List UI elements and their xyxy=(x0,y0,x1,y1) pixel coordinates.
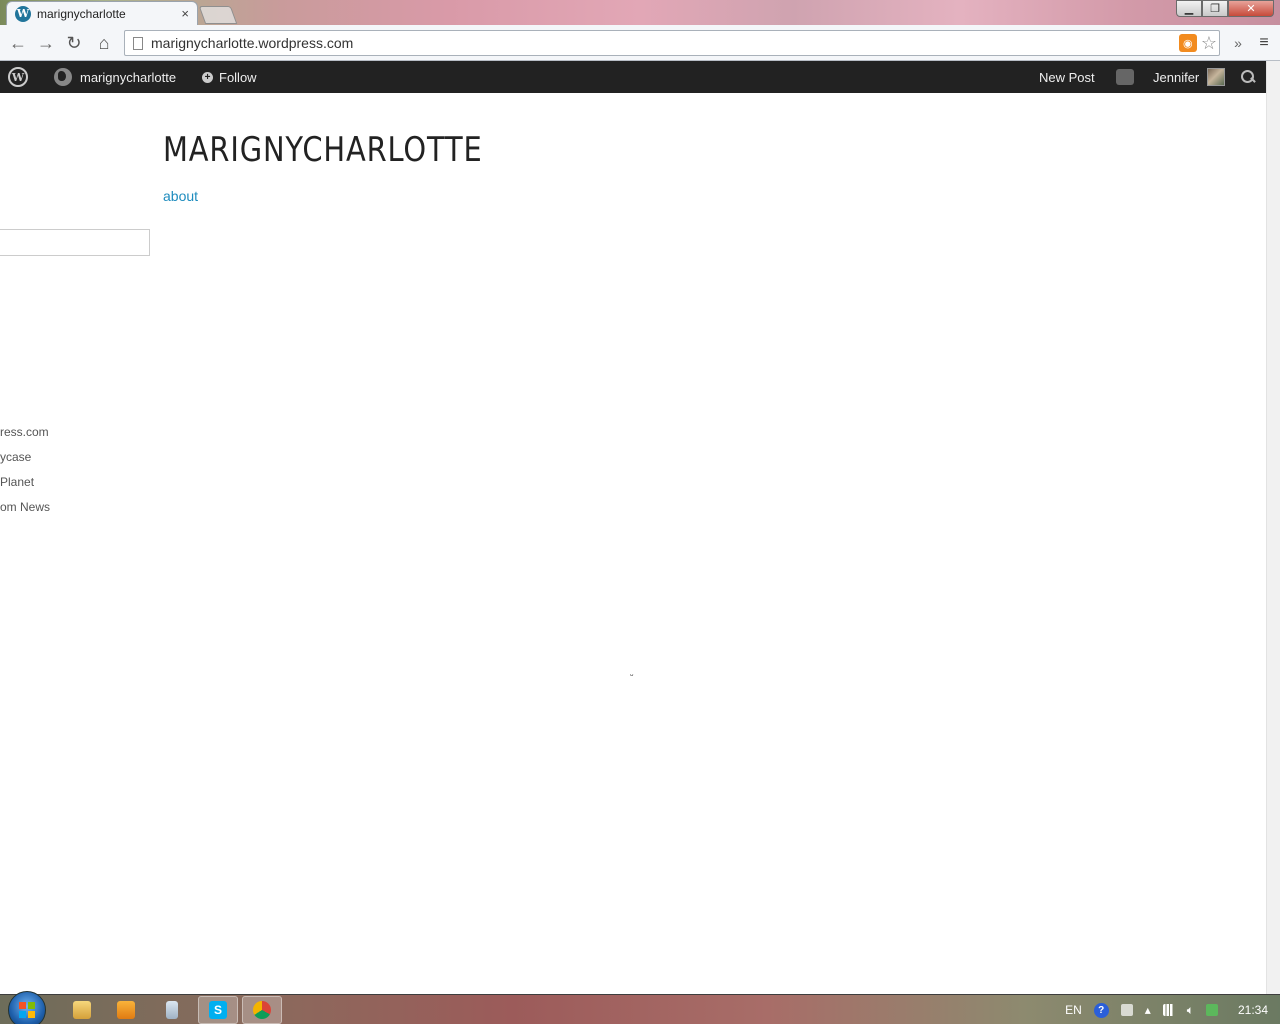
sidebar-link[interactable]: om News xyxy=(0,500,50,525)
nav-link-about[interactable]: about xyxy=(163,188,198,204)
page-scrollbar[interactable] xyxy=(1266,61,1280,994)
bookmark-star-icon[interactable]: ☆ xyxy=(1201,33,1217,54)
mouse-cursor-icon: ᵕ xyxy=(630,670,634,680)
start-button[interactable] xyxy=(8,991,46,1024)
action-center-icon[interactable] xyxy=(1205,1004,1218,1016)
search-icon xyxy=(1241,70,1255,84)
follow-label: Follow xyxy=(219,69,257,85)
taskbar-chrome[interactable] xyxy=(242,996,282,1024)
back-arrow-icon[interactable]: ← xyxy=(6,31,30,55)
follow-button[interactable]: + Follow xyxy=(202,61,257,93)
system-tray: EN ? ▴ 🔈︎ 21:34 xyxy=(1065,995,1280,1024)
plus-icon: + xyxy=(202,71,213,83)
language-indicator[interactable]: EN xyxy=(1065,1003,1082,1017)
notifications-button[interactable] xyxy=(1116,61,1134,93)
tab-close-icon[interactable]: × xyxy=(181,6,189,21)
window-controls: ▁ ❐ ✕ xyxy=(1176,0,1274,18)
url-text[interactable]: marignycharlotte.wordpress.com xyxy=(151,35,1179,51)
extensions-overflow-icon[interactable]: » xyxy=(1226,31,1250,55)
skype-icon: S xyxy=(209,1001,227,1019)
notifications-icon xyxy=(1116,69,1134,85)
windows-logo-icon xyxy=(19,1002,35,1018)
new-post-button[interactable]: New Post xyxy=(1039,61,1095,93)
taskbar-file-explorer[interactable] xyxy=(62,996,102,1024)
new-post-label: New Post xyxy=(1039,69,1095,85)
avatar xyxy=(1207,68,1226,86)
sidebar-search-input[interactable] xyxy=(0,229,150,256)
network-sync-icon[interactable] xyxy=(1120,1004,1133,1016)
reload-icon[interactable]: ↻ xyxy=(62,31,86,55)
page-icon xyxy=(133,36,143,50)
wp-admin-bar: W marignycharlotte + Follow New Post Jen… xyxy=(0,61,1266,93)
address-bar[interactable]: marignycharlotte.wordpress.com ◉ ☆ xyxy=(124,30,1220,56)
sidebar-link-list: ress.com ycase Planet om News xyxy=(0,425,50,525)
new-tab-button[interactable] xyxy=(198,6,238,24)
show-hidden-icons-icon[interactable]: ▴ xyxy=(1145,1003,1151,1017)
folder-icon xyxy=(73,1001,91,1019)
rss-icon[interactable]: ◉ xyxy=(1178,34,1197,52)
minimize-button[interactable]: ▁ xyxy=(1176,0,1202,17)
site-name-label: marignycharlotte xyxy=(80,69,177,85)
user-account-button[interactable]: Jennifer xyxy=(1153,61,1226,93)
sidebar-link[interactable]: ress.com xyxy=(0,425,50,450)
help-icon[interactable]: ? xyxy=(1093,1002,1109,1018)
chrome-menu-icon[interactable]: ≡ xyxy=(1252,31,1276,55)
calculator-icon xyxy=(166,1001,178,1019)
browser-tab[interactable]: W marignycharlotte × xyxy=(6,1,198,25)
globe-icon xyxy=(54,68,72,86)
windows-taskbar: S EN ? ▴ 🔈︎ 21:34 xyxy=(0,991,1280,1024)
forward-arrow-icon[interactable]: → xyxy=(34,31,58,55)
sidebar-link[interactable]: Planet xyxy=(0,475,50,500)
chrome-icon xyxy=(253,1001,271,1019)
user-name-label: Jennifer xyxy=(1153,69,1200,85)
sidebar-link[interactable]: ycase xyxy=(0,450,50,475)
taskbar-calculator[interactable] xyxy=(152,996,192,1024)
site-title[interactable]: MARIGNYCHARLOTTE xyxy=(163,130,483,170)
tab-title: marignycharlotte xyxy=(37,6,126,21)
home-icon[interactable]: ⌂ xyxy=(92,31,116,55)
wp-logo-button[interactable]: W xyxy=(8,61,28,93)
close-window-button[interactable]: ✕ xyxy=(1228,0,1274,17)
wordpress-favicon-icon: W xyxy=(15,5,31,22)
taskbar-media-player[interactable] xyxy=(106,996,146,1024)
taskbar-clock[interactable]: 21:34 xyxy=(1238,1003,1268,1017)
browser-toolbar: ← → ↻ ⌂ marignycharlotte.wordpress.com ◉… xyxy=(0,25,1280,61)
admin-search-button[interactable] xyxy=(1241,61,1255,93)
wordpress-logo-icon: W xyxy=(8,67,28,87)
media-player-icon xyxy=(117,1001,135,1019)
volume-icon[interactable]: 🔈︎ xyxy=(1187,1003,1194,1018)
restore-button[interactable]: ❐ xyxy=(1202,0,1228,17)
signal-strength-icon[interactable] xyxy=(1162,1004,1175,1016)
browser-titlebar: W marignycharlotte × ▁ ❐ ✕ xyxy=(0,0,1280,25)
my-site-button[interactable]: marignycharlotte xyxy=(54,61,176,93)
taskbar-skype[interactable]: S xyxy=(198,996,238,1024)
